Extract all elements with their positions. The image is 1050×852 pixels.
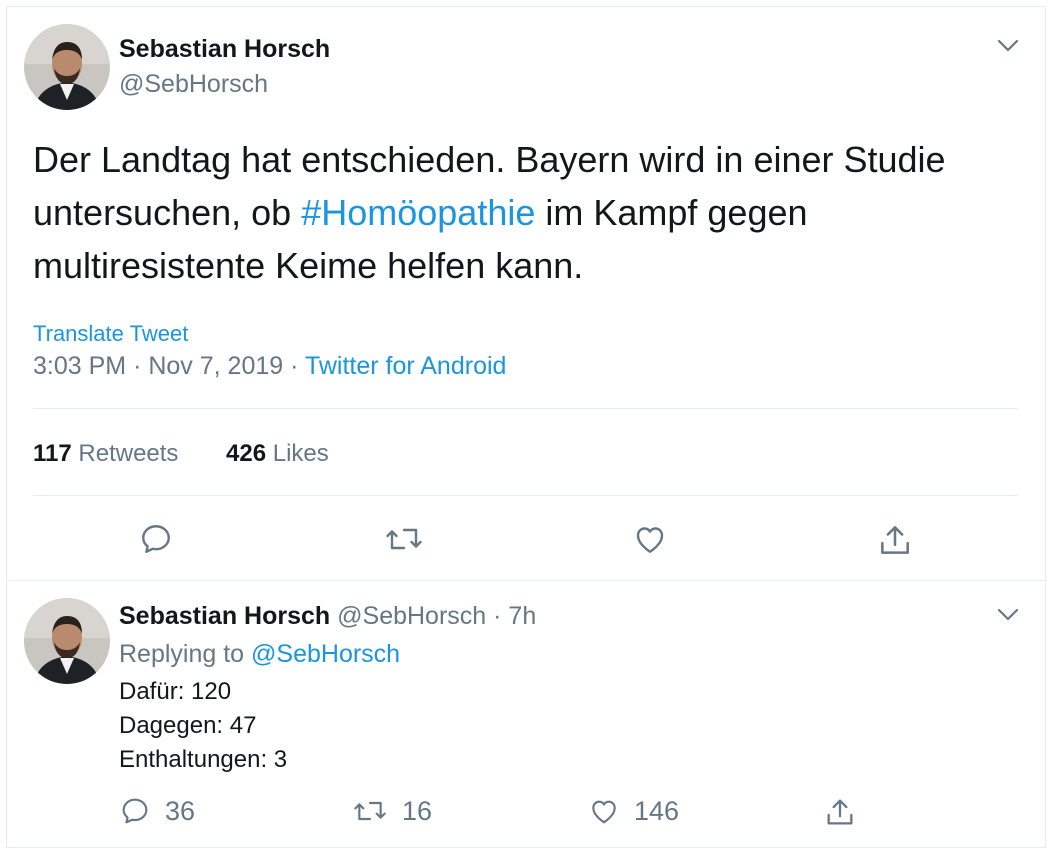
reply-reply-button[interactable]: 36 [119,795,195,827]
avatar[interactable] [24,24,110,110]
tweet-date[interactable]: Nov 7, 2019 [148,352,283,380]
like-icon [592,800,616,824]
reply-header: Sebastian Horsch @SebHorsch · 7h [119,602,536,631]
reply-author-handle[interactable]: @SebHorsch [337,602,486,630]
reply-retweet-button[interactable]: 16 [352,795,432,827]
share-icon [881,526,909,554]
replying-to: Replying to @SebHorsch [119,640,400,669]
avatar-photo [24,598,110,684]
likes-stat[interactable]: 426 Likes [226,440,329,468]
share-icon [827,799,853,825]
tweet-source-link[interactable]: Twitter for Android [305,352,506,380]
reply-share-button[interactable] [823,795,857,829]
reply-line: Enthaltungen: 3 [119,746,288,773]
reply-age[interactable]: · 7h [493,602,536,630]
tweet-separator [7,580,1045,581]
like-icon [636,527,664,553]
likes-label: Likes [272,440,329,467]
meta-separator: · [133,352,142,380]
chevron-down-icon[interactable] [996,38,1020,59]
author-name[interactable]: Sebastian Horsch [119,35,330,64]
retweets-count: 117 [33,440,72,467]
reply-line: Dagegen: 47 [119,712,257,739]
divider [33,408,1018,409]
retweets-stat[interactable]: 117 Retweets [33,440,178,468]
chevron-down-icon[interactable] [996,607,1020,628]
like-button[interactable] [632,521,668,557]
share-button[interactable] [876,521,914,559]
reply-like-button[interactable]: 146 [588,795,679,827]
tweet-time[interactable]: 3:03 PM [33,352,126,380]
tweet-text: Der Landtag hat entschieden. Bayern wird… [33,133,1018,292]
reply-avatar[interactable] [24,598,110,684]
tweet-meta: 3:03 PM · Nov 7, 2019 · Twitter for Andr… [33,352,506,381]
likes-count: 426 [226,440,267,467]
retweet-count: 16 [402,795,433,826]
meta-separator: · [290,352,299,380]
reply-line: Dafür: 120 [119,678,232,705]
avatar-photo [24,24,110,110]
hashtag-link[interactable]: #Homöopathie [301,192,535,233]
like-count: 146 [634,795,680,826]
retweet-icon [386,528,422,550]
reply-icon [142,525,170,553]
retweets-label: Retweets [78,440,179,467]
retweet-button[interactable] [384,521,424,557]
reply-author-name[interactable]: Sebastian Horsch [119,602,330,630]
retweet-icon [354,801,386,821]
divider [33,495,1018,496]
replying-to-handle[interactable]: @SebHorsch [251,640,400,668]
reply-icon [122,798,148,824]
reply-button[interactable] [138,521,174,557]
author-handle[interactable]: @SebHorsch [119,70,268,99]
replying-to-label: Replying to [119,640,245,668]
reply-count: 36 [165,795,196,826]
translate-tweet-link[interactable]: Translate Tweet [33,321,188,347]
